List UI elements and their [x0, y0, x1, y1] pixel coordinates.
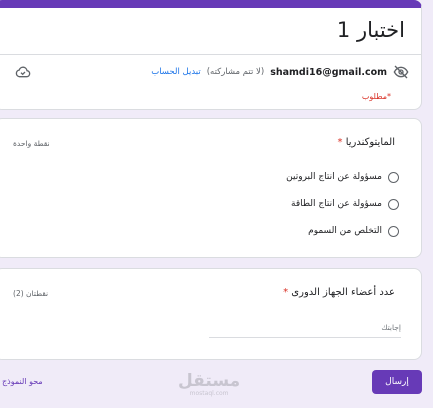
- watermark-arabic: مستقل: [178, 371, 241, 391]
- question-title-text: المايتوكندريا: [345, 137, 395, 148]
- answer-input[interactable]: إجابتك: [209, 319, 401, 338]
- question-title-text: عدد أعضاء الجهاز الدورى: [291, 287, 395, 298]
- clear-form-link[interactable]: محو النموذج: [2, 377, 43, 386]
- question-title: المايتوكندريا *: [338, 137, 396, 148]
- cloud-icon: [15, 66, 31, 78]
- required-note: *مطلوب: [361, 92, 391, 101]
- question-title: عدد أعضاء الجهاز الدورى *: [283, 287, 395, 298]
- required-star: *: [337, 137, 343, 148]
- account-email: shamdi16@gmail.com: [270, 66, 387, 78]
- required-star: *: [283, 287, 289, 298]
- question-points: نقطة واحدة: [13, 139, 50, 148]
- submit-button[interactable]: إرسال: [372, 370, 422, 394]
- eye-off-icon: [393, 65, 409, 79]
- option-label: التخلص من السموم: [308, 226, 382, 236]
- watermark-latin: mostaql.com: [189, 390, 229, 397]
- radio-option[interactable]: مسؤولة عن انتاج البروتين: [286, 169, 399, 185]
- question-card-1: المايتوكندريا * نقطة واحدة مسؤولة عن انت…: [0, 118, 422, 258]
- form-header-card: اختبار 1 shamdi16@gmail.com (لا تتم مشار…: [0, 0, 422, 110]
- watermark-logo: مستقل mostaql.com: [178, 372, 240, 397]
- radio-options: مسؤولة عن انتاج البروتين مسؤولة عن انتاج…: [286, 169, 399, 250]
- not-shared-note: (لا تتم مشاركته): [206, 67, 265, 77]
- radio-button[interactable]: [388, 171, 399, 183]
- question-points: نقطتان (2): [13, 289, 49, 298]
- radio-option[interactable]: مسؤولة عن انتاج الطاقة: [286, 196, 399, 212]
- option-label: مسؤولة عن انتاج الطاقة: [291, 199, 382, 209]
- header-divider: [0, 54, 421, 55]
- question-card-2: عدد أعضاء الجهاز الدورى * نقطتان (2) إجا…: [0, 268, 422, 360]
- option-label: مسؤولة عن انتاج البروتين: [286, 172, 382, 182]
- answer-placeholder: إجابتك: [381, 323, 401, 332]
- radio-button[interactable]: [388, 225, 399, 237]
- radio-option[interactable]: التخلص من السموم: [286, 223, 399, 239]
- form-title: اختبار 1: [336, 18, 405, 42]
- account-row: shamdi16@gmail.com (لا تتم مشاركته) تبدي…: [151, 64, 409, 80]
- radio-button[interactable]: [388, 198, 399, 210]
- switch-account-link[interactable]: تبديل الحساب: [151, 67, 201, 77]
